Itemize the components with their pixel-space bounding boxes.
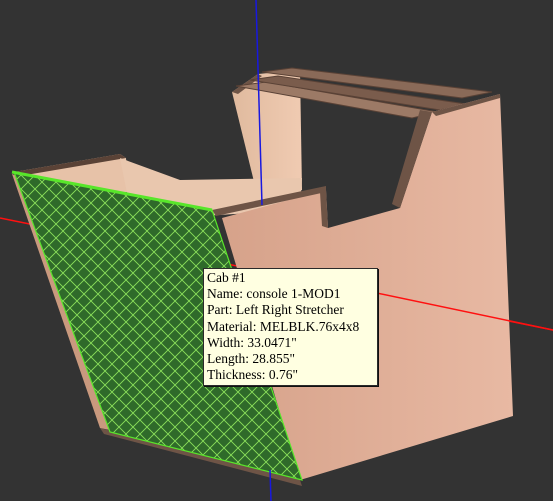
tooltip-cabinet: Cab #1	[207, 270, 246, 285]
cabinet-model-scene[interactable]	[0, 0, 553, 501]
tooltip-material: Material: MELBLK.76x4x8	[207, 318, 360, 334]
tooltip-width: Width: 33.0471"	[207, 334, 297, 350]
3d-viewport[interactable]: Cab #1 Name: console 1-MOD1 Part: Left R…	[0, 0, 553, 501]
z-axis-line-lower	[269, 469, 272, 501]
tooltip-name: Name: console 1-MOD1	[207, 286, 341, 302]
tooltip-part: Part: Left Right Stretcher	[207, 302, 344, 318]
tooltip-thickness: Thickness: 0.76"	[207, 367, 298, 383]
tooltip-length: Length: 28.855"	[207, 351, 296, 367]
part-info-tooltip: Cab #1 Name: console 1-MOD1 Part: Left R…	[203, 268, 378, 387]
